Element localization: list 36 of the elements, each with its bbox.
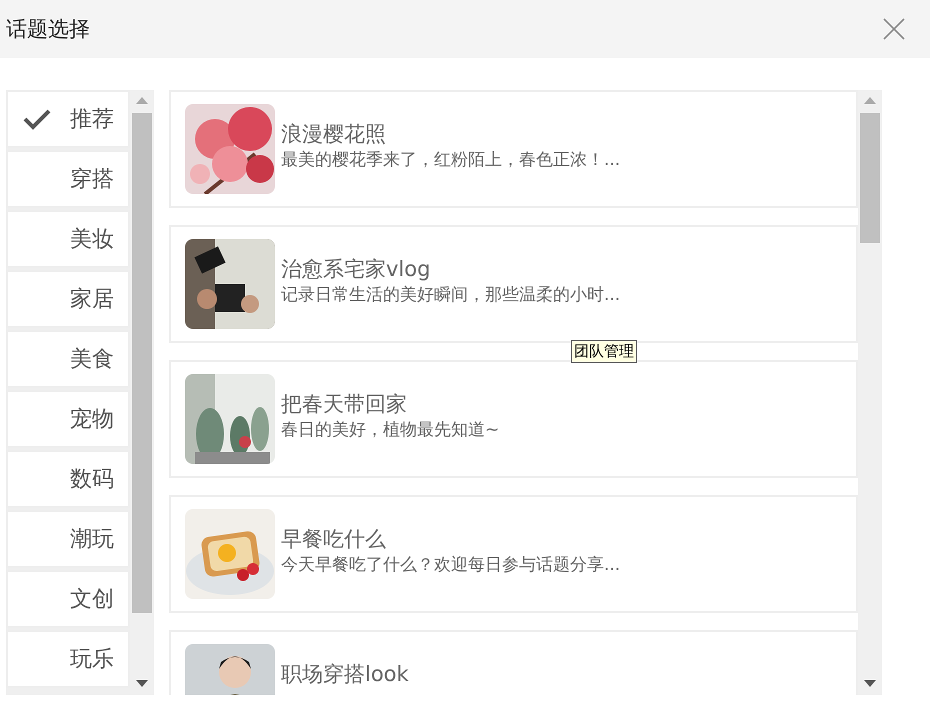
topic-card[interactable]: 浪漫樱花照 最美的樱花季来了，红粉陌上，春色正浓！... xyxy=(169,90,858,208)
topic-description: 今天早餐吃了什么？欢迎每日参与话题分享... xyxy=(281,554,620,577)
category-item[interactable]: 穿搭 xyxy=(6,150,130,208)
scrollbar-thumb[interactable] xyxy=(860,113,880,243)
scrollbar[interactable] xyxy=(130,90,154,695)
topic-card[interactable]: 早餐吃什么 今天早餐吃了什么？欢迎每日参与话题分享... xyxy=(169,495,858,613)
category-item[interactable]: 玩乐 xyxy=(6,630,130,688)
topic-description: 春日的美好，植物最先知道~ xyxy=(281,419,500,442)
tooltip: 团队管理 xyxy=(571,340,637,363)
category-item[interactable]: 潮玩 xyxy=(6,510,130,568)
scroll-up-icon[interactable] xyxy=(864,97,876,104)
category-item[interactable]: 美妆 xyxy=(6,210,130,268)
scroll-down-icon[interactable] xyxy=(136,680,148,687)
topic-title: 浪漫樱花照 xyxy=(281,121,387,148)
topic-title: 早餐吃什么 xyxy=(281,526,387,553)
scroll-up-icon[interactable] xyxy=(136,97,148,104)
topic-title: 把春天带回家 xyxy=(281,391,408,418)
topic-description: 记录日常生活的美好瞬间，那些温柔的小时... xyxy=(281,284,620,307)
window-title: 话题选择 xyxy=(6,16,90,43)
topic-card[interactable]: 治愈系宅家vlog 记录日常生活的美好瞬间，那些温柔的小时... xyxy=(169,225,858,343)
scroll-down-icon[interactable] xyxy=(864,680,876,687)
scrollbar[interactable] xyxy=(858,90,882,695)
close-icon[interactable] xyxy=(882,17,906,41)
category-item[interactable]: 美食 xyxy=(6,330,130,388)
category-item[interactable]: 文创 xyxy=(6,570,130,628)
topic-title: 职场穿搭look xyxy=(281,661,409,688)
topic-card[interactable]: 把春天带回家 春日的美好，植物最先知道~ xyxy=(169,360,858,478)
check-icon xyxy=(22,108,52,130)
category-item[interactable]: 数码 xyxy=(6,450,130,508)
category-item[interactable]: 推荐 xyxy=(6,90,130,148)
category-item[interactable]: 宠物 xyxy=(6,390,130,448)
topic-title: 治愈系宅家vlog xyxy=(281,256,432,283)
topic-description: 最美的樱花季来了，红粉陌上，春色正浓！... xyxy=(281,149,620,172)
scrollbar-thumb[interactable] xyxy=(132,113,152,613)
topic-card[interactable]: 职场穿搭look xyxy=(169,630,858,695)
category-item[interactable]: 家居 xyxy=(6,270,130,328)
